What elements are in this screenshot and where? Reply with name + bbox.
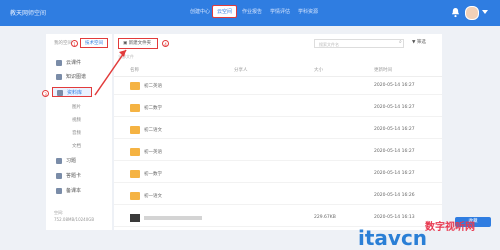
watermark-text: 数字视听网 bbox=[425, 222, 475, 233]
annotation-arrow bbox=[94, 49, 127, 96]
watermark-logo: itavcn bbox=[358, 226, 428, 250]
